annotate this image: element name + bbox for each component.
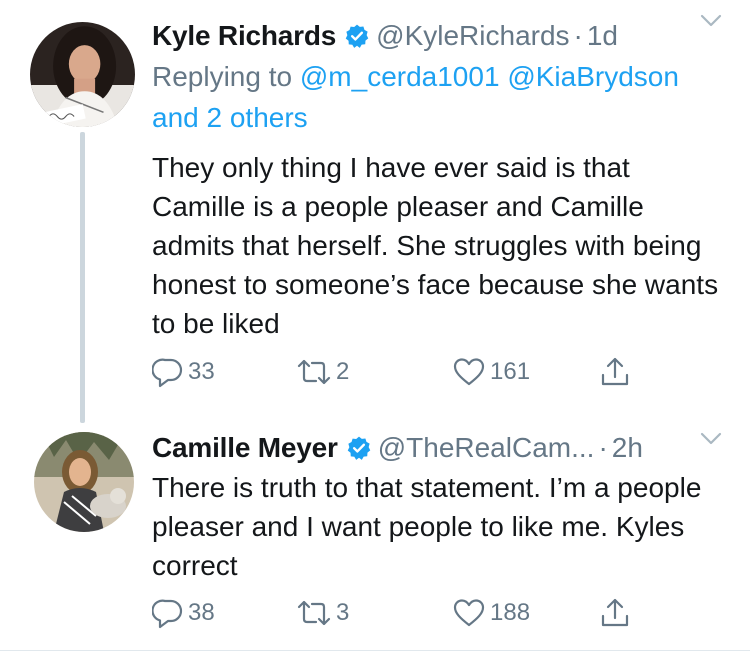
verified-badge-icon xyxy=(346,435,372,461)
avatar-image xyxy=(34,432,134,532)
like-button[interactable]: 188 xyxy=(452,593,530,633)
tweet-timestamp[interactable]: 2h xyxy=(612,432,643,464)
tweet-header: Camille Meyer @TheRealCam... · 2h xyxy=(152,428,730,468)
retweet-count: 2 xyxy=(336,358,350,385)
separator-dot: · xyxy=(573,20,583,51)
share-up-arrow-icon xyxy=(601,357,629,386)
tweet-text: There is truth to that statement. I’m a … xyxy=(152,472,702,581)
verified-badge-icon xyxy=(344,23,370,49)
tweet-text: They only thing I have ever said is that… xyxy=(152,152,719,339)
speech-bubble-icon xyxy=(152,358,183,388)
like-button[interactable]: 161 xyxy=(452,352,530,392)
speech-bubble-icon xyxy=(152,599,183,629)
chevron-down-icon[interactable] xyxy=(700,432,722,446)
reply-count: 33 xyxy=(188,358,215,385)
others-link[interactable]: and 2 others xyxy=(152,102,308,133)
heart-icon xyxy=(453,358,485,386)
reply-count: 38 xyxy=(188,599,215,626)
replying-to-label: Replying to xyxy=(152,61,293,92)
retweet-count: 3 xyxy=(336,599,350,626)
tweet-actions: 33 2 161 xyxy=(152,352,632,392)
user-handle[interactable]: @KyleRichards xyxy=(376,20,569,52)
retweet-button[interactable]: 3 xyxy=(296,593,349,633)
display-name[interactable]: Camille Meyer xyxy=(152,432,338,464)
avatar-image xyxy=(30,22,135,127)
tweet-timestamp[interactable]: 1d xyxy=(587,20,618,52)
like-count: 161 xyxy=(490,358,531,385)
chevron-down-icon[interactable] xyxy=(700,14,722,28)
reply-button[interactable]: 38 xyxy=(152,593,215,633)
share-up-arrow-icon xyxy=(601,598,629,627)
like-count: 188 xyxy=(490,599,531,626)
avatar[interactable] xyxy=(34,432,134,532)
separator-dot: · xyxy=(598,432,608,463)
avatar[interactable] xyxy=(30,22,135,127)
tweet-camille-meyer[interactable]: Camille Meyer @TheRealCam... · 2h There … xyxy=(0,420,750,651)
heart-icon xyxy=(453,599,485,627)
share-button[interactable] xyxy=(598,352,632,392)
replying-to-line: Replying to @m_cerda1001 @KiaBrydson and… xyxy=(152,56,730,138)
tweet-actions: 38 3 188 xyxy=(152,593,632,633)
tweet-kyle-richards[interactable]: Kyle Richards @KyleRichards · 1d Replyin… xyxy=(0,0,750,420)
reply-button[interactable]: 33 xyxy=(152,352,215,392)
retweet-button[interactable]: 2 xyxy=(296,352,349,392)
user-handle[interactable]: @TheRealCam... xyxy=(378,432,595,464)
retweet-arrows-icon xyxy=(297,600,331,626)
share-button[interactable] xyxy=(598,593,632,633)
tweet-header: Kyle Richards @KyleRichards · 1d xyxy=(152,16,730,56)
mention-link[interactable]: @m_cerda1001 xyxy=(300,61,500,92)
mention-link[interactable]: @KiaBrydson xyxy=(507,61,679,92)
display-name[interactable]: Kyle Richards xyxy=(152,20,336,52)
retweet-arrows-icon xyxy=(297,359,331,385)
